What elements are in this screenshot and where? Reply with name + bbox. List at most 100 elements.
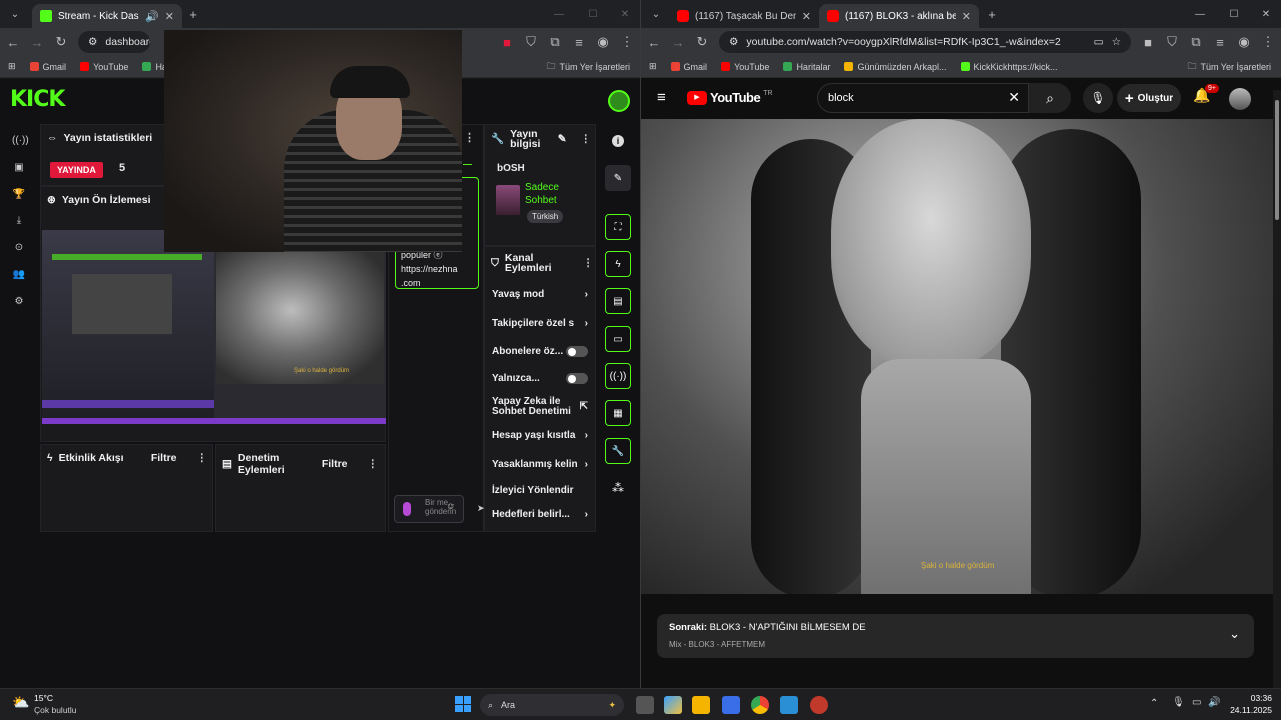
create-button[interactable]: + Oluştur: [1117, 84, 1181, 112]
menu-icon[interactable]: ⋮: [620, 34, 634, 50]
maximize-icon[interactable]: ☐: [586, 9, 600, 20]
settings-icon[interactable]: ⚙: [12, 296, 26, 310]
mic-icon[interactable]: [403, 502, 411, 516]
cast-icon[interactable]: ▭: [1094, 36, 1104, 48]
address-bar[interactable]: ⚙ youtube.com/watch?v=ooygpXlRfdM&list=R…: [719, 31, 1131, 53]
clock-time[interactable]: 03:36: [1226, 693, 1272, 703]
youtube-logo[interactable]: ▶ YouTube TR: [687, 90, 773, 105]
quick-clip-button[interactable]: ⛶: [605, 214, 631, 240]
action-ai-moderation[interactable]: Yapay Zeka ile Sohbet Denetimi ⇱: [492, 397, 588, 417]
edit-icon[interactable]: ✎: [558, 134, 567, 145]
voice-search-button[interactable]: 🎙: [1083, 83, 1113, 113]
tray-chevron-icon[interactable]: ⌃: [1150, 698, 1158, 709]
account-avatar[interactable]: [1229, 88, 1251, 110]
action-raid[interactable]: İzleyici Yönlendir: [492, 485, 588, 496]
dashboard-icon[interactable]: ▣: [12, 162, 26, 176]
expand-chevron-icon[interactable]: ⌄: [1229, 626, 1240, 642]
chrome-icon[interactable]: [751, 696, 769, 714]
taskbar-search[interactable]: ⌕ Ara ✦: [480, 694, 624, 716]
maximize-icon[interactable]: ☐: [1227, 9, 1241, 20]
tab-list-chevron-icon[interactable]: ⌄: [649, 9, 663, 20]
profile-icon[interactable]: ◉: [1237, 34, 1251, 50]
bookmark-youtube[interactable]: YouTube: [721, 62, 769, 72]
all-bookmarks[interactable]: 🗀 Tüm Yer İşaretleri: [546, 59, 630, 75]
copilot-app-icon[interactable]: [664, 696, 682, 714]
bookmark-wallpaper[interactable]: Günümüzden Arkapl...: [844, 62, 947, 72]
tray-display-icon[interactable]: ▭: [1192, 697, 1201, 708]
action-goals[interactable]: Hedefleri belirl... ›: [492, 509, 588, 520]
hamburger-menu-icon[interactable]: ≡: [657, 89, 666, 106]
temperature[interactable]: 15°C: [34, 693, 53, 703]
download-icon[interactable]: ⤓: [12, 215, 26, 229]
task-view-icon[interactable]: [636, 696, 654, 714]
back-icon[interactable]: ←: [6, 35, 20, 50]
stream-preview[interactable]: Şaki o halde gördüm: [42, 230, 386, 424]
search-button[interactable]: ⌕: [1029, 83, 1071, 113]
tab-list-chevron-icon[interactable]: ⌄: [8, 9, 22, 20]
users-icon[interactable]: 👥: [12, 269, 26, 283]
stream-icon[interactable]: ((·)): [12, 135, 29, 149]
extensions-icon[interactable]: ⧉: [1189, 34, 1203, 50]
activity-filter-button[interactable]: Filtre: [151, 452, 177, 464]
menu-icon[interactable]: ⋮: [1261, 34, 1275, 50]
quick-broadcast-button[interactable]: ((·)): [605, 363, 631, 389]
minimize-icon[interactable]: —: [552, 9, 566, 20]
site-info-icon[interactable]: ⚙: [729, 36, 738, 48]
quick-layout-button[interactable]: ▦: [605, 400, 631, 426]
address-bar[interactable]: ⚙ dashboard.kick: [78, 31, 150, 53]
video-scrollbar[interactable]: [1273, 90, 1281, 688]
start-icon[interactable]: [455, 696, 471, 712]
clear-search-icon[interactable]: ✕: [1008, 89, 1020, 106]
extensions-icon[interactable]: ⧉: [548, 34, 562, 50]
close-window-icon[interactable]: ✕: [1259, 9, 1273, 20]
quick-poll-button[interactable]: ▤: [605, 288, 631, 314]
reload-icon[interactable]: ↻: [695, 34, 709, 50]
action-banned-words[interactable]: Yasaklanmış kelin ›: [492, 459, 588, 470]
profile-icon[interactable]: ◉: [596, 34, 610, 50]
quick-edit-button[interactable]: ✎: [605, 165, 631, 191]
shield-icon[interactable]: ⛉: [524, 34, 538, 50]
action-followers-only[interactable]: Takipçilere özel s ›: [492, 318, 588, 329]
forward-icon[interactable]: →: [30, 35, 44, 50]
weather-icon[interactable]: ⛅: [12, 694, 29, 711]
star-icon[interactable]: ☆: [1112, 36, 1121, 48]
video-player[interactable]: Şaki o halde gördüm: [641, 119, 1273, 594]
new-tab-icon[interactable]: +: [186, 7, 200, 22]
extension-red-icon[interactable]: ■: [500, 35, 514, 50]
action-account-age[interactable]: Hesap yaşı kısıtla ›: [492, 430, 588, 441]
action-subscribers-only[interactable]: Abonelere öz...: [492, 346, 588, 357]
store-icon[interactable]: [722, 696, 740, 714]
bookmark-kick[interactable]: KickKickhttps://kick...: [960, 62, 1058, 72]
only-toggle[interactable]: [566, 373, 588, 384]
action-only[interactable]: Yalnızca...: [492, 373, 588, 384]
app-blue-icon[interactable]: [780, 696, 798, 714]
playlist-icon[interactable]: ≡: [572, 35, 586, 50]
info-icon[interactable]: i: [612, 135, 624, 147]
chat-menu-icon[interactable]: ⋮: [464, 131, 475, 144]
close-tab-icon[interactable]: ✕: [802, 10, 811, 23]
speaker-icon[interactable]: 🔊: [145, 10, 159, 23]
tab-kick-dashboard[interactable]: Stream - Kick Dashboard 🔊 ✕: [32, 4, 182, 28]
quick-bolt-button[interactable]: ϟ: [605, 251, 631, 277]
file-explorer-icon[interactable]: [692, 696, 710, 714]
all-bookmarks[interactable]: 🗀 Tüm Yer İşaretleri: [1187, 59, 1271, 75]
action-slow-mode[interactable]: Yavaş mod ›: [492, 289, 588, 300]
site-info-icon[interactable]: ⚙: [88, 36, 97, 48]
bookmark-gmail[interactable]: Gmail: [670, 62, 707, 72]
kick-logo[interactable]: KICK: [10, 87, 65, 112]
close-tab-icon[interactable]: ✕: [165, 10, 174, 23]
search-box[interactable]: block ✕: [817, 83, 1029, 113]
quick-chat-button[interactable]: ▭: [605, 326, 631, 352]
scrollbar-thumb[interactable]: [1275, 100, 1279, 220]
trophy-icon[interactable]: 🏆: [12, 189, 26, 203]
close-tab-icon[interactable]: ✕: [962, 10, 971, 23]
bookmark-youtube[interactable]: YouTube: [80, 62, 128, 72]
camera-icon[interactable]: ⊙: [12, 242, 26, 256]
tab-blok3[interactable]: (1167) BLOK3 - aklına beni geli ✕: [819, 4, 979, 28]
extension-icon[interactable]: ■: [1141, 35, 1155, 50]
moderation-filter-button[interactable]: Filtre: [322, 458, 348, 470]
notifications-button[interactable]: 🔔 9+: [1193, 84, 1219, 111]
user-avatar[interactable]: [608, 90, 630, 112]
playlist-icon[interactable]: ≡: [1213, 35, 1227, 50]
activity-menu-icon[interactable]: ⋮: [197, 452, 208, 464]
